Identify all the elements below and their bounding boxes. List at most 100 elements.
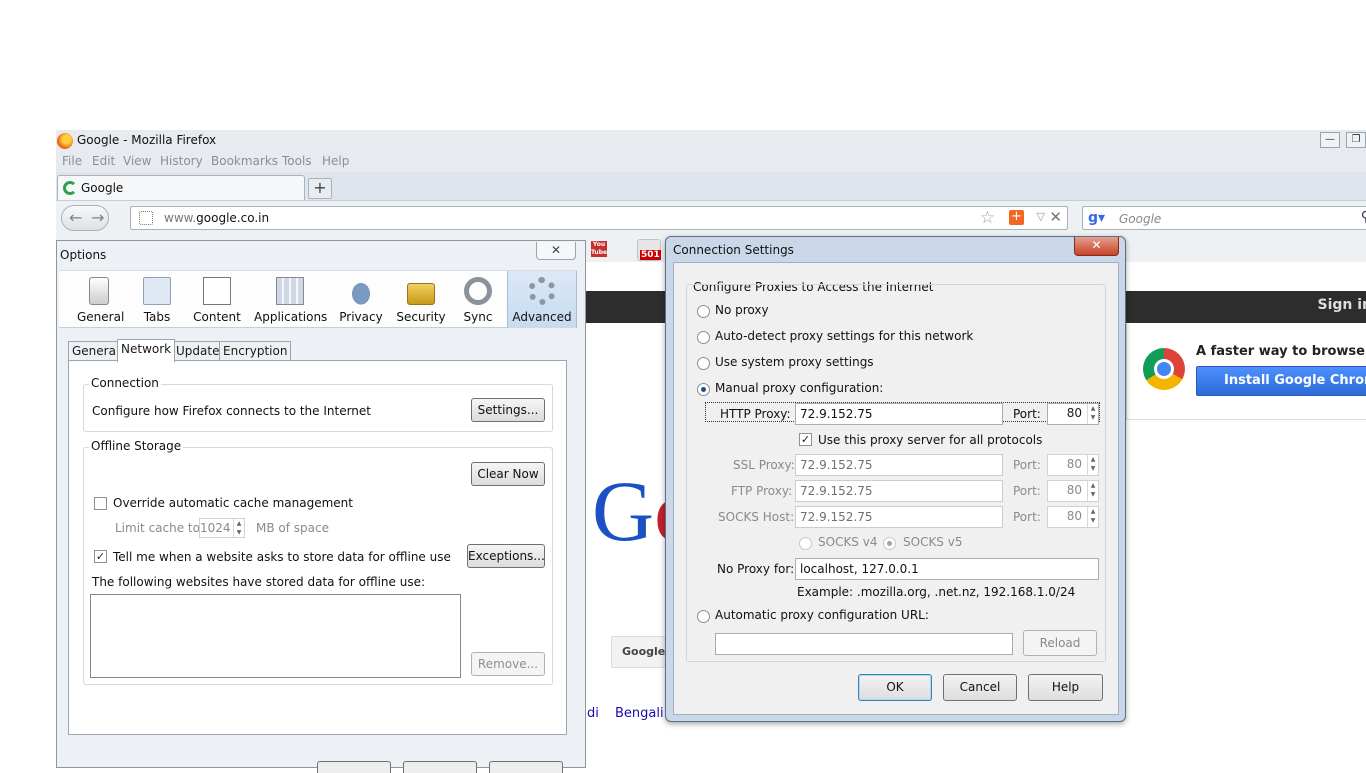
- settings-button[interactable]: Settings...: [471, 398, 545, 422]
- exceptions-button[interactable]: Exceptions...: [467, 544, 545, 568]
- pane-advanced[interactable]: Advanced: [507, 271, 577, 328]
- reload-button[interactable]: Reload: [1023, 630, 1097, 656]
- no-proxy-radio[interactable]: [697, 305, 710, 318]
- tell-me-checkbox[interactable]: ✓: [94, 550, 107, 563]
- socks-v4-radio[interactable]: [799, 537, 812, 550]
- tab-general[interactable]: General: [68, 341, 124, 361]
- socks-host-field[interactable]: 72.9.152.75: [795, 506, 1003, 528]
- youtube-bookmark-icon[interactable]: You Tube: [591, 241, 607, 257]
- pane-applications[interactable]: Applications: [254, 271, 327, 328]
- no-proxy-example: Example: .mozilla.org, .net.nz, 192.168.…: [797, 585, 1076, 599]
- manual-proxy-label: Manual proxy configuration:: [715, 381, 884, 395]
- menu-edit[interactable]: Edit: [92, 154, 115, 168]
- ssl-proxy-label: SSL Proxy:: [733, 458, 795, 472]
- menu-tools[interactable]: Tools: [282, 154, 312, 168]
- url-bar[interactable]: www.google.co.in ☆ + ▽ ✕: [130, 206, 1068, 230]
- stepper-arrows-icon[interactable]: ▲ ▼: [1087, 404, 1098, 424]
- back-arrow-icon[interactable]: ←: [69, 207, 82, 229]
- options-title: Options: [60, 248, 107, 262]
- auto-detect-label: Auto-detect proxy settings for this netw…: [715, 329, 974, 343]
- tab-encryption[interactable]: Encryption: [219, 341, 292, 361]
- socks-v5-radio[interactable]: [883, 537, 896, 550]
- stop-icon[interactable]: ✕: [1049, 208, 1062, 226]
- manual-proxy-radio[interactable]: [697, 383, 710, 396]
- same-proxy-checkbox[interactable]: ✓: [799, 433, 812, 446]
- language-link[interactable]: di: [587, 706, 599, 721]
- http-proxy-label: HTTP Proxy:: [720, 407, 791, 421]
- addon-plus-icon[interactable]: +: [1009, 210, 1024, 225]
- ok-button-partial[interactable]: [317, 761, 391, 773]
- pane-privacy[interactable]: Privacy: [337, 271, 385, 328]
- ssl-port-stepper[interactable]: 80 ▲ ▼: [1047, 454, 1099, 476]
- pane-sync[interactable]: Sync: [457, 271, 499, 328]
- forward-arrow-icon[interactable]: →: [91, 207, 104, 229]
- ssl-proxy-field[interactable]: 72.9.152.75: [795, 454, 1003, 476]
- pane-label: Advanced: [512, 310, 572, 324]
- language-link[interactable]: Bengali: [615, 706, 664, 721]
- override-cache-checkbox[interactable]: [94, 497, 107, 510]
- options-pane-toolbar: General Tabs Content Applications Privac…: [59, 270, 577, 328]
- socks-v5-label: SOCKS v5: [903, 535, 963, 549]
- menu-help[interactable]: Help: [322, 154, 349, 168]
- stepper-arrows-icon[interactable]: ▲ ▼: [1087, 455, 1098, 475]
- menu-history[interactable]: History: [160, 154, 203, 168]
- sign-in-link[interactable]: Sign in: [1317, 297, 1366, 313]
- url-text[interactable]: www.google.co.in: [164, 211, 269, 225]
- cancel-button[interactable]: Cancel: [943, 674, 1017, 701]
- http-port-stepper[interactable]: 80 ▲ ▼: [1047, 403, 1099, 425]
- window-title: Google - Mozilla Firefox: [77, 133, 217, 147]
- pane-label: Privacy: [339, 310, 383, 324]
- stepper-arrows-icon[interactable]: ▲ ▼: [1087, 481, 1098, 501]
- help-button[interactable]: Help: [1028, 674, 1103, 701]
- close-icon[interactable]: ✕: [1074, 237, 1119, 256]
- stepper-arrows-icon[interactable]: ▲ ▼: [233, 519, 244, 537]
- offline-sites-list[interactable]: [90, 594, 461, 678]
- menu-bookmarks[interactable]: Bookmarks: [211, 154, 278, 168]
- menu-view[interactable]: View: [123, 154, 151, 168]
- help-button-partial[interactable]: [489, 761, 563, 773]
- tabs-icon: [143, 277, 171, 305]
- remove-button[interactable]: Remove...: [471, 652, 545, 676]
- cache-size-stepper[interactable]: 1024 ▲ ▼: [199, 518, 245, 538]
- pane-tabs[interactable]: Tabs: [135, 271, 179, 328]
- restore-icon[interactable]: ❐: [1346, 132, 1366, 148]
- feed-bookmark-icon[interactable]: 501: [637, 239, 661, 261]
- ftp-proxy-field[interactable]: 72.9.152.75: [795, 480, 1003, 502]
- cancel-button-partial[interactable]: [403, 761, 477, 773]
- tab-google[interactable]: Google: [57, 175, 305, 200]
- url-dropdown-icon[interactable]: ▽: [1037, 210, 1045, 223]
- stored-sites-label: The following websites have stored data …: [92, 575, 426, 589]
- site-identity-icon[interactable]: [139, 211, 153, 225]
- pane-content[interactable]: Content: [191, 271, 243, 328]
- back-forward-buttons[interactable]: ← →: [61, 205, 109, 231]
- system-proxy-radio[interactable]: [697, 357, 710, 370]
- clear-now-button[interactable]: Clear Now: [471, 462, 545, 486]
- auto-url-field[interactable]: [715, 633, 1013, 655]
- pane-general[interactable]: General: [77, 271, 124, 328]
- stepper-arrows-icon[interactable]: ▲ ▼: [1087, 507, 1098, 527]
- new-tab-button[interactable]: +: [308, 178, 332, 199]
- pane-label: Tabs: [143, 310, 171, 324]
- google-engine-icon[interactable]: g▾: [1088, 210, 1105, 226]
- bookmark-star-icon[interactable]: ☆: [980, 208, 995, 228]
- no-proxy-for-field[interactable]: localhost, 127.0.0.1: [795, 558, 1099, 580]
- install-chrome-button[interactable]: Install Google Chrome: [1196, 366, 1366, 396]
- auto-detect-radio[interactable]: [697, 331, 710, 344]
- search-magnifier-icon[interactable]: ⚲: [1361, 209, 1366, 225]
- ok-button[interactable]: OK: [858, 674, 932, 701]
- minimize-icon[interactable]: —: [1320, 132, 1340, 148]
- tab-network[interactable]: Network: [117, 339, 176, 362]
- socks-port-stepper[interactable]: 80 ▲ ▼: [1047, 506, 1099, 528]
- search-bar[interactable]: g▾ Google ⚲: [1082, 206, 1366, 230]
- pane-security[interactable]: Security: [396, 271, 446, 328]
- close-icon[interactable]: ✕: [536, 242, 576, 260]
- auto-url-radio[interactable]: [697, 610, 710, 623]
- menu-file[interactable]: File: [62, 154, 82, 168]
- tell-me-label: Tell me when a website asks to store dat…: [113, 550, 451, 564]
- network-tab-panel: Connection Configure how Firefox connect…: [68, 360, 567, 735]
- google-search-button[interactable]: Google: [611, 636, 673, 668]
- tab-update[interactable]: Update: [172, 341, 224, 361]
- ftp-port-stepper[interactable]: 80 ▲ ▼: [1047, 480, 1099, 502]
- http-proxy-field[interactable]: 72.9.152.75: [795, 403, 1003, 425]
- connection-settings-title: Connection Settings: [673, 243, 794, 257]
